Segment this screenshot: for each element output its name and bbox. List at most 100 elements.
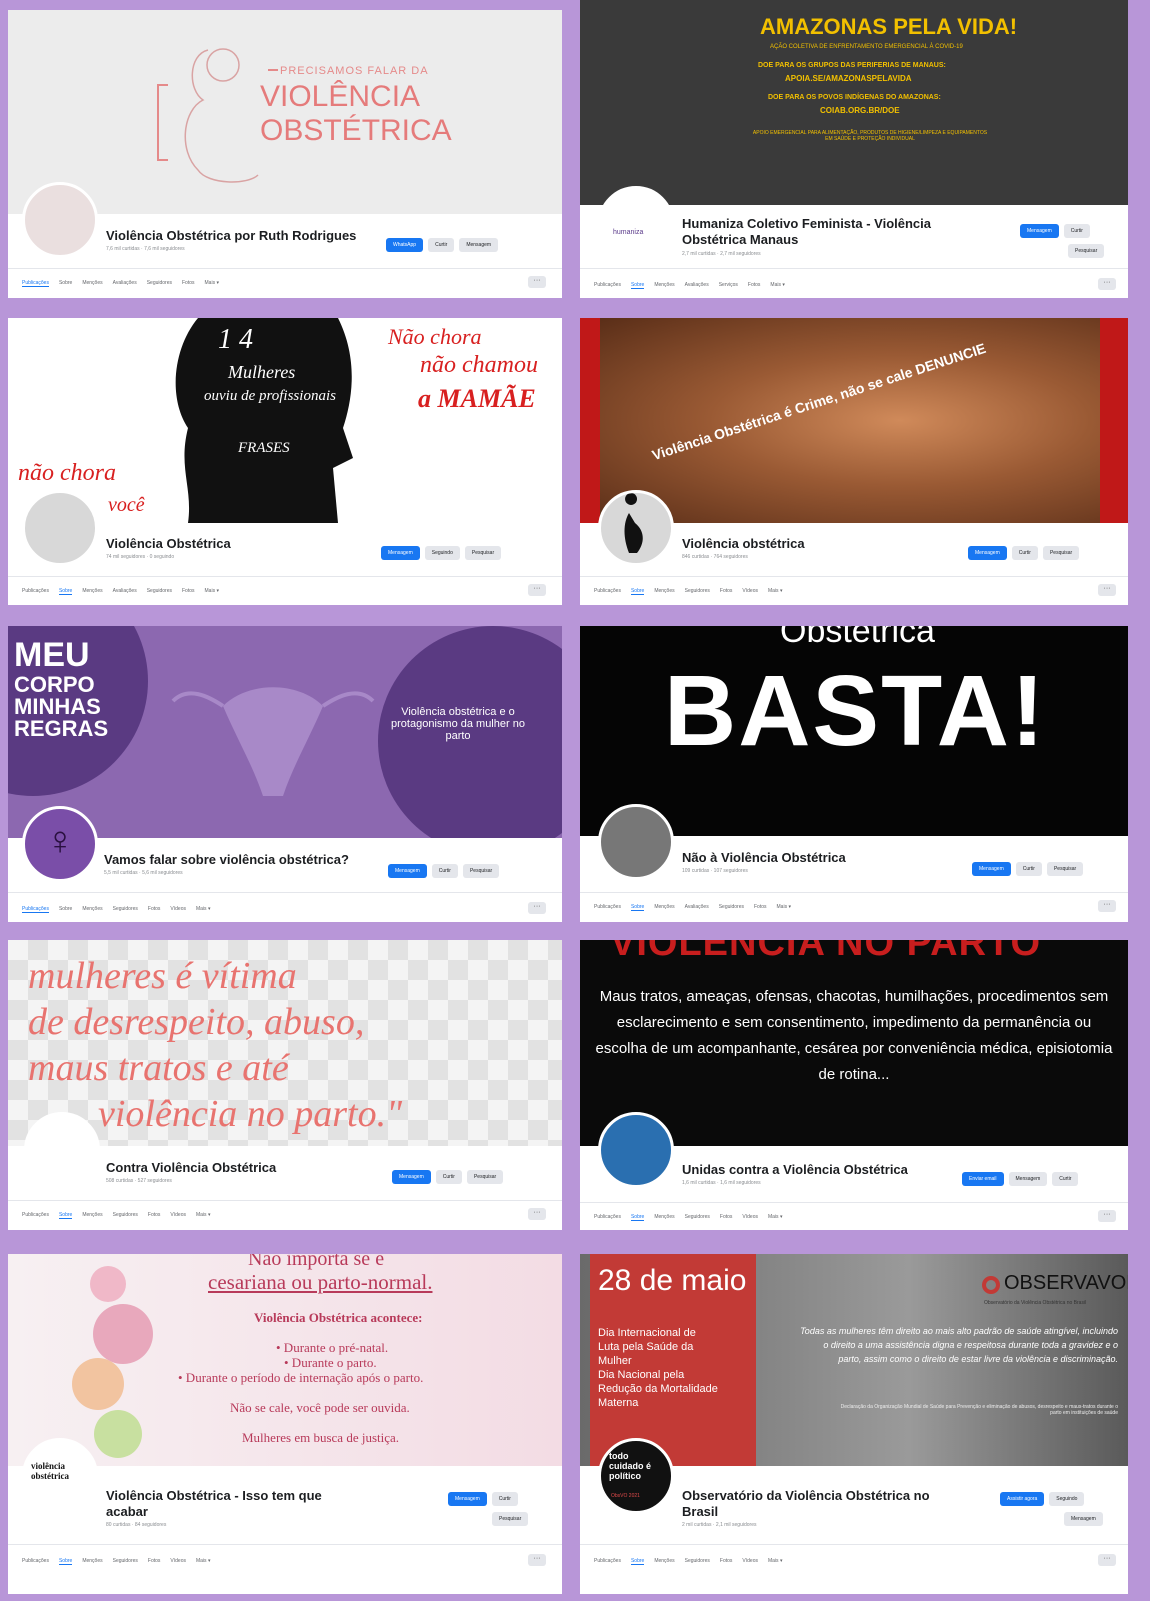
search-button[interactable]: Pesquisar	[492, 1512, 529, 1526]
tab-photos[interactable]: Fotos	[148, 906, 161, 913]
search-button[interactable]: Pesquisar	[1042, 546, 1080, 560]
whatsapp-button[interactable]: WhatsApp	[386, 238, 424, 252]
like-button[interactable]: Curtir	[1015, 862, 1042, 876]
tab-mentions[interactable]: Menções	[82, 1212, 102, 1219]
search-button[interactable]: Pesquisar	[464, 546, 502, 560]
tab-followers[interactable]: Seguidores	[685, 588, 710, 595]
tab-followers[interactable]: Seguidores	[719, 904, 744, 911]
tab-more[interactable]: Mais ▾	[768, 1214, 782, 1221]
tab-more[interactable]: Mais ▾	[768, 588, 782, 595]
tab-followers[interactable]: Seguidores	[147, 280, 172, 287]
more-options-button[interactable]: ···	[1098, 278, 1116, 290]
tab-posts[interactable]: Publicações	[22, 1212, 49, 1219]
tab-posts[interactable]: Publicações	[594, 282, 621, 289]
more-options-button[interactable]: ···	[528, 276, 546, 288]
tab-about[interactable]: Sobre	[58, 588, 73, 595]
tab-videos[interactable]: Vídeos	[742, 1214, 758, 1221]
search-button[interactable]: Pesquisar	[1046, 862, 1084, 876]
message-button[interactable]: Mensagem	[972, 862, 1011, 876]
tab-posts[interactable]: Publicações	[594, 1558, 621, 1565]
more-options-button[interactable]: ···	[528, 584, 546, 596]
tab-photos[interactable]: Fotos	[182, 280, 195, 287]
tab-mentions[interactable]: Menções	[82, 1558, 102, 1565]
tab-services[interactable]: Serviços	[719, 282, 738, 289]
tab-more[interactable]: Mais ▾	[777, 904, 791, 911]
page-avatar[interactable]	[598, 1112, 674, 1188]
tab-photos[interactable]: Fotos	[748, 282, 761, 289]
tab-videos[interactable]: Vídeos	[170, 906, 186, 913]
tab-reviews[interactable]: Avaliações	[685, 904, 709, 911]
like-button[interactable]: Curtir	[1063, 224, 1090, 238]
tab-posts[interactable]: Publicações	[594, 588, 621, 595]
page-name[interactable]: Contra Violência Obstétrica	[106, 1160, 406, 1176]
tab-videos[interactable]: Vídeos	[170, 1558, 186, 1565]
more-options-button[interactable]: ···	[528, 902, 546, 914]
tab-mentions[interactable]: Menções	[654, 1214, 674, 1221]
tab-more[interactable]: Mais ▾	[205, 588, 219, 595]
tab-followers[interactable]: Seguidores	[147, 588, 172, 595]
page-name[interactable]: Humaniza Coletivo Feminista - Violência …	[682, 216, 962, 248]
tab-posts[interactable]: Publicações	[594, 1214, 621, 1221]
tab-followers[interactable]: Seguidores	[685, 1214, 710, 1221]
page-avatar[interactable]	[598, 490, 674, 566]
tab-about[interactable]: Sobre	[630, 282, 645, 289]
tab-mentions[interactable]: Menções	[82, 280, 102, 287]
tab-mentions[interactable]: Menções	[654, 904, 674, 911]
watch-now-button[interactable]: Assistir agora	[1000, 1492, 1045, 1506]
following-button[interactable]: Seguindo	[1049, 1492, 1085, 1506]
tab-videos[interactable]: Vídeos	[170, 1212, 186, 1219]
tab-photos[interactable]: Fotos	[754, 904, 767, 911]
tab-posts[interactable]: Publicações	[22, 588, 49, 595]
tab-followers[interactable]: Seguidores	[113, 906, 138, 913]
more-options-button[interactable]: ···	[1098, 900, 1116, 912]
tab-reviews[interactable]: Avaliações	[685, 282, 709, 289]
more-options-button[interactable]: ···	[528, 1554, 546, 1566]
message-button[interactable]: Mensagem	[1064, 1512, 1103, 1526]
page-name[interactable]: Unidas contra a Violência Obstétrica	[682, 1162, 982, 1178]
message-button[interactable]: Mensagem	[459, 238, 499, 252]
tab-followers[interactable]: Seguidores	[685, 1558, 710, 1565]
tab-photos[interactable]: Fotos	[182, 588, 195, 595]
tab-posts[interactable]: Publicações	[22, 906, 49, 913]
message-button[interactable]: Mensagem	[392, 1170, 431, 1184]
tab-posts[interactable]: Publicações	[22, 280, 49, 287]
message-button[interactable]: Mensagem	[1008, 1172, 1048, 1186]
tab-more[interactable]: Mais ▾	[205, 280, 219, 287]
tab-more[interactable]: Mais ▾	[768, 1558, 782, 1565]
tab-videos[interactable]: Vídeos	[742, 1558, 758, 1565]
page-avatar[interactable]	[22, 182, 98, 258]
tab-followers[interactable]: Seguidores	[113, 1212, 138, 1219]
tab-about[interactable]: Sobre	[630, 1558, 645, 1565]
tab-about[interactable]: Sobre	[59, 280, 72, 287]
tab-more[interactable]: Mais ▾	[196, 1212, 210, 1219]
tab-about[interactable]: Sobre	[630, 588, 645, 595]
tab-photos[interactable]: Fotos	[148, 1558, 161, 1565]
tab-about[interactable]: Sobre	[630, 904, 645, 911]
more-options-button[interactable]: ···	[1098, 584, 1116, 596]
page-name[interactable]: Vamos falar sobre violência obstétrica?	[104, 852, 404, 868]
tab-posts[interactable]: Publicações	[594, 904, 621, 911]
page-avatar[interactable]: humaniza	[598, 186, 674, 262]
tab-mentions[interactable]: Menções	[654, 1558, 674, 1565]
tab-about[interactable]: Sobre	[59, 906, 72, 913]
like-button[interactable]: Curtir	[491, 1492, 518, 1506]
like-button[interactable]: Curtir	[428, 238, 455, 252]
tab-mentions[interactable]: Menções	[82, 588, 102, 595]
message-button[interactable]: Mensagem	[381, 546, 420, 560]
message-button[interactable]: Mensagem	[388, 864, 427, 878]
message-button[interactable]: Mensagem	[1020, 224, 1059, 238]
tab-posts[interactable]: Publicações	[22, 1558, 49, 1565]
more-options-button[interactable]: ···	[1098, 1554, 1116, 1566]
tab-photos[interactable]: Fotos	[720, 588, 733, 595]
search-button[interactable]: Pesquisar	[1068, 244, 1105, 258]
page-name[interactable]: Violência Obstétrica por Ruth Rodrigues	[106, 228, 406, 244]
page-avatar[interactable]: ♀	[22, 806, 98, 882]
page-avatar[interactable]	[24, 1112, 100, 1188]
tab-mentions[interactable]: Menções	[654, 282, 674, 289]
tab-videos[interactable]: Vídeos	[742, 588, 758, 595]
following-button[interactable]: Seguindo	[424, 546, 460, 560]
tab-photos[interactable]: Fotos	[148, 1212, 161, 1219]
tab-reviews[interactable]: Avaliações	[113, 588, 137, 595]
tab-photos[interactable]: Fotos	[720, 1214, 733, 1221]
page-name[interactable]: Observatório da Violência Obstétrica no …	[682, 1488, 952, 1520]
